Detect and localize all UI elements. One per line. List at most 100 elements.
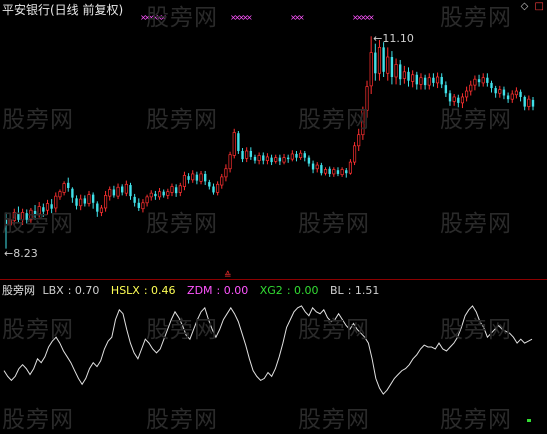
candle-body xyxy=(286,157,290,160)
candle xyxy=(50,199,53,214)
candle xyxy=(510,90,514,103)
candle-body xyxy=(79,198,83,207)
candle xyxy=(506,92,510,103)
candle-body xyxy=(12,212,16,221)
candle-body xyxy=(178,185,182,193)
candle-body xyxy=(299,152,303,159)
candle xyxy=(490,80,493,93)
candle xyxy=(257,152,261,165)
xg2-signal-marker xyxy=(527,419,531,422)
candle-body xyxy=(432,77,435,83)
candle-body xyxy=(278,157,282,162)
candle-body xyxy=(290,153,294,160)
candle-body xyxy=(124,183,128,194)
candle xyxy=(203,170,207,186)
candle xyxy=(415,71,419,90)
candle xyxy=(220,173,224,189)
candle-body xyxy=(465,90,469,98)
candle-body xyxy=(436,76,440,84)
candle-body xyxy=(411,74,415,82)
candle-body xyxy=(332,169,336,175)
candle-body xyxy=(519,91,522,97)
candle xyxy=(199,170,203,185)
candle-body xyxy=(328,168,331,174)
candle xyxy=(87,190,91,207)
candle-body xyxy=(257,155,261,161)
candle xyxy=(124,180,128,197)
candle xyxy=(527,95,531,111)
candle-body xyxy=(469,84,473,92)
left-arrow-icon: ← xyxy=(373,32,383,46)
candle-body xyxy=(361,109,365,136)
candle-body xyxy=(170,186,174,193)
candle-body xyxy=(108,189,112,197)
candle xyxy=(145,194,149,207)
candle xyxy=(216,181,220,196)
candle-body xyxy=(282,157,286,163)
candle xyxy=(137,198,140,211)
candle xyxy=(282,153,286,165)
candle xyxy=(208,179,211,190)
candle xyxy=(58,189,62,200)
candle-body xyxy=(187,176,190,180)
candle xyxy=(432,73,435,87)
candle-body xyxy=(527,98,531,107)
candle xyxy=(315,162,319,173)
candle-body xyxy=(390,57,394,77)
candle xyxy=(419,73,423,90)
candle xyxy=(45,199,50,215)
candle-body xyxy=(307,157,311,164)
candle-body xyxy=(402,71,406,79)
candle-body xyxy=(154,193,157,197)
signal-marker: × xyxy=(246,13,253,22)
candle xyxy=(444,81,448,97)
candle-body xyxy=(199,173,203,182)
square-icon[interactable]: □ xyxy=(535,1,544,12)
candle-body xyxy=(303,153,306,158)
diamond-icon[interactable]: ◇ xyxy=(521,1,529,12)
candle xyxy=(129,182,132,200)
candle xyxy=(174,184,178,197)
candle xyxy=(75,195,78,210)
candle-body xyxy=(83,198,87,204)
candle xyxy=(323,167,328,176)
candle-body xyxy=(407,71,410,81)
candle-body xyxy=(157,191,162,198)
left-arrow-icon: ← xyxy=(4,246,14,260)
candle xyxy=(494,85,497,98)
candle-body xyxy=(315,164,319,170)
candle-body xyxy=(340,169,344,176)
candle xyxy=(473,75,477,91)
candle xyxy=(320,162,323,176)
candle xyxy=(25,209,28,224)
candle xyxy=(42,203,45,217)
candle xyxy=(440,73,443,89)
candle-body xyxy=(423,77,427,86)
indicator-lbx: LBX: 0.70 xyxy=(42,284,100,297)
indicator-hslx: HSLX: 0.46 xyxy=(110,284,176,297)
candle-body xyxy=(112,189,116,196)
candle-body xyxy=(50,204,53,209)
candle-body xyxy=(481,77,485,84)
candle xyxy=(116,183,120,200)
candle-body xyxy=(96,203,99,212)
candle-body xyxy=(67,182,70,188)
candle xyxy=(486,73,489,87)
candle-body xyxy=(191,173,195,181)
candle xyxy=(427,73,431,90)
candle-body xyxy=(4,219,8,225)
candle-body xyxy=(419,77,423,85)
candle-body xyxy=(133,196,136,203)
candle-body xyxy=(353,145,357,163)
candle xyxy=(531,96,535,111)
candle-body xyxy=(149,192,153,198)
candle xyxy=(71,187,74,203)
candle xyxy=(523,95,526,111)
candle-body xyxy=(448,93,452,102)
candle xyxy=(37,202,41,218)
candle xyxy=(241,148,244,163)
indicator-bar: 股旁网 LBX: 0.70 HSLX: 0.46 ZDM: 0.00 XG2: … xyxy=(2,282,387,298)
candle-body xyxy=(42,207,45,212)
candle-body xyxy=(386,56,390,74)
candle xyxy=(270,154,273,166)
